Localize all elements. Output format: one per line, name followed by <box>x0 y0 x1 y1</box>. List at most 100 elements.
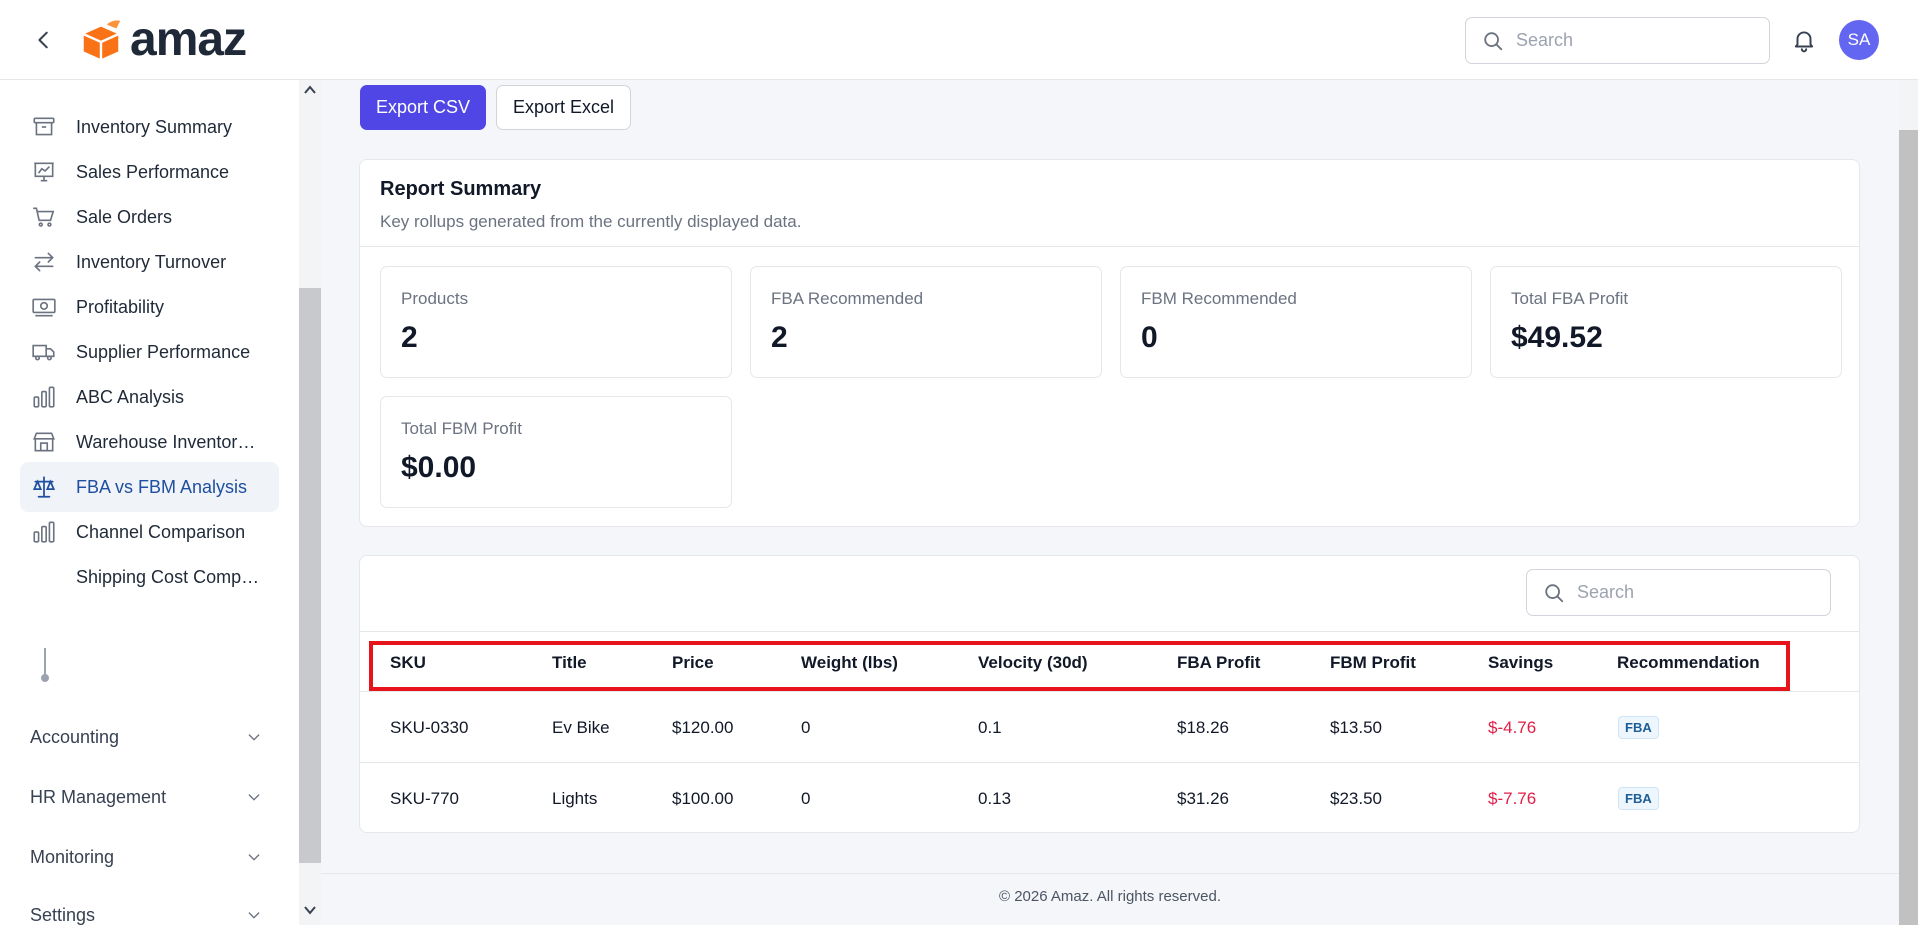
column-header-price[interactable]: Price <box>672 632 714 693</box>
chevron-down-icon <box>248 912 260 919</box>
stat-label: FBA Recommended <box>771 289 924 308</box>
sidebar-item-label: Inventory Summary <box>76 116 233 137</box>
building-storefront-icon <box>30 428 58 456</box>
banknotes-icon <box>30 293 58 321</box>
cell-fbm-profit: $23.50 <box>1330 788 1382 808</box>
stat-value: $49.52 <box>1511 321 1603 354</box>
export-csv-button[interactable]: Export CSV <box>360 85 486 130</box>
stat-label: FBM Recommended <box>1141 289 1297 308</box>
sidebar-group-settings[interactable]: Settings <box>30 895 270 925</box>
sidebar-item-sale-orders[interactable]: Sale Orders <box>20 192 279 242</box>
cell-title: Ev Bike <box>552 717 610 737</box>
stat-card-total-fba-profit: Total FBA Profit $49.52 <box>1490 266 1842 378</box>
sidebar-item-profitability[interactable]: Profitability <box>20 282 279 332</box>
sidebar-item-label: ABC Analysis <box>76 386 185 407</box>
sidebar-scrollbar[interactable] <box>299 80 321 925</box>
arrows-right-left-icon <box>30 248 58 276</box>
sidebar-group-hr-management[interactable]: HR Management <box>30 777 270 817</box>
cell-velocity: 0.1 <box>978 717 1002 737</box>
sidebar-group-accounting[interactable]: Accounting <box>30 717 270 757</box>
sidebar-item-sales-performance[interactable]: Sales Performance <box>20 147 279 197</box>
sidebar-group-label: Monitoring <box>30 846 115 867</box>
chevron-down-icon <box>248 854 260 861</box>
chevron-down-icon <box>248 734 260 741</box>
stat-value: 0 <box>1141 321 1158 354</box>
stat-label: Products <box>401 289 469 308</box>
user-avatar[interactable]: SA <box>1839 20 1879 60</box>
stat-value: 2 <box>401 321 418 354</box>
cell-weight: 0 <box>801 788 811 808</box>
main-scrollbar[interactable] <box>1899 80 1918 925</box>
table-row[interactable]: SKU-0330 Ev Bike $120.00 0 0.1 $18.26 $1… <box>360 692 1859 763</box>
sidebar-item-label: Profitability <box>76 296 165 317</box>
sidebar-item-label: Inventory Turnover <box>76 251 227 272</box>
cell-weight: 0 <box>801 717 811 737</box>
table-header-row: SKU Title Price Weight (lbs) Velocity (3… <box>360 631 1859 692</box>
table-search-input[interactable] <box>1577 582 1807 603</box>
column-header-fba-profit[interactable]: FBA Profit <box>1177 632 1260 693</box>
stat-card-total-fbm-profit: Total FBM Profit $0.00 <box>380 396 732 508</box>
sidebar-item-label: Channel Comparison <box>76 521 246 542</box>
column-header-title[interactable]: Title <box>552 632 587 693</box>
stat-label: Total FBA Profit <box>1511 289 1629 308</box>
sidebar-item-label: FBA vs FBM Analysis <box>76 476 248 497</box>
cell-sku: SKU-0330 <box>390 717 469 737</box>
shopping-cart-icon <box>30 203 58 231</box>
sidebar-item-supplier-performance[interactable]: Supplier Performance <box>20 327 279 377</box>
chevron-down-icon <box>248 794 260 801</box>
cell-sku: SKU-770 <box>390 788 459 808</box>
sidebar-item-channel-comparison[interactable]: Channel Comparison <box>20 507 279 557</box>
recommendation-badge: FBA <box>1618 716 1659 739</box>
column-header-sku[interactable]: SKU <box>390 632 426 693</box>
report-summary-title: Report Summary <box>380 178 542 200</box>
bar-chart-icon <box>30 383 58 411</box>
sidebar-group-monitoring[interactable]: Monitoring <box>30 837 270 877</box>
sidebar-item-label: Shipping Cost Comp… <box>76 566 260 587</box>
sidebar-scroll-thumb[interactable] <box>299 288 321 863</box>
column-header-velocity[interactable]: Velocity (30d) <box>978 632 1088 693</box>
sidebar-group-label: Accounting <box>30 726 120 747</box>
sidebar-item-shipping-cost-comparison[interactable]: Shipping Cost Comp… <box>20 552 279 602</box>
sidebar-item-label: Sales Performance <box>76 161 230 182</box>
stat-label: Total FBM Profit <box>401 419 522 438</box>
sidebar-item-label: Warehouse Inventor… <box>76 431 256 452</box>
cell-fba-profit: $18.26 <box>1177 717 1229 737</box>
cell-recommendation: FBA <box>1618 763 1659 832</box>
logo-box-icon <box>83 20 121 60</box>
cell-price: $100.00 <box>672 788 734 808</box>
column-header-fbm-profit[interactable]: FBM Profit <box>1330 632 1416 693</box>
table-row[interactable]: SKU-770 Lights $100.00 0 0.13 $31.26 $23… <box>360 763 1859 832</box>
sidebar-item-fba-vs-fbm-analysis[interactable]: FBA vs FBM Analysis <box>20 462 279 512</box>
export-excel-button[interactable]: Export Excel <box>496 85 631 130</box>
header-search[interactable] <box>1465 17 1770 64</box>
table-search[interactable] <box>1526 569 1831 616</box>
chevron-left-icon <box>38 31 48 49</box>
sidebar-item-abc-analysis[interactable]: ABC Analysis <box>20 372 279 422</box>
cell-title: Lights <box>552 788 598 808</box>
archive-box-icon <box>30 113 58 141</box>
column-header-weight[interactable]: Weight (lbs) <box>801 632 898 693</box>
sidebar-item-label: Sale Orders <box>76 206 173 227</box>
sidebar-item-inventory-turnover[interactable]: Inventory Turnover <box>20 237 279 287</box>
column-header-savings[interactable]: Savings <box>1488 632 1553 693</box>
column-header-recommendation[interactable]: Recommendation <box>1617 632 1760 693</box>
report-summary-card: Report Summary Key rollups generated fro… <box>359 159 1860 527</box>
notifications-button[interactable] <box>1789 25 1819 55</box>
back-button[interactable] <box>28 24 60 56</box>
bell-icon <box>1794 31 1814 53</box>
search-icon <box>1545 583 1564 602</box>
scroll-up-icon[interactable] <box>304 85 316 95</box>
sidebar-item-warehouse-inventory[interactable]: Warehouse Inventor… <box>20 417 279 467</box>
main-scroll-thumb[interactable] <box>1899 130 1918 925</box>
sidebar-group-label: HR Management <box>30 786 167 807</box>
sub-item-dot <box>41 674 49 682</box>
sidebar-item-label: Supplier Performance <box>76 341 251 362</box>
header-search-input[interactable] <box>1516 30 1746 51</box>
scroll-down-icon[interactable] <box>304 905 316 915</box>
cell-velocity: 0.13 <box>978 788 1012 808</box>
sidebar-item-inventory-summary[interactable]: Inventory Summary <box>20 102 279 152</box>
stat-value: 2 <box>771 321 788 354</box>
search-icon <box>1484 31 1503 50</box>
cell-savings: $-7.76 <box>1488 788 1537 808</box>
app-logo[interactable]: amaz <box>78 16 247 64</box>
